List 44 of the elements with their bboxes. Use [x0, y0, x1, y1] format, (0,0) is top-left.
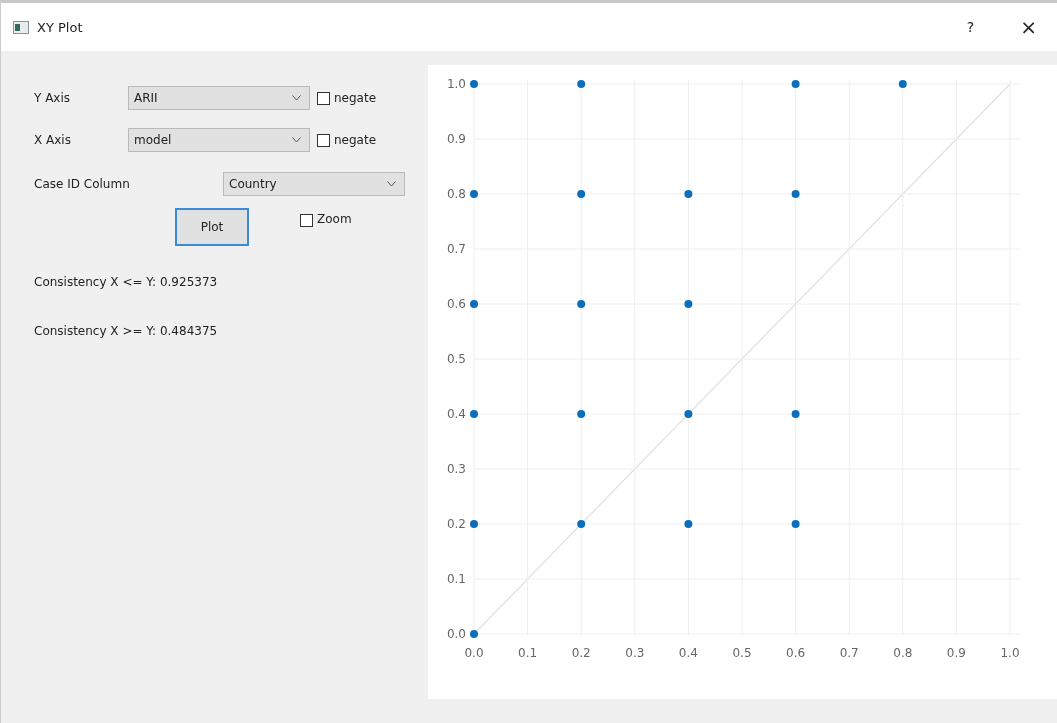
- y-tick-label: 0.1: [446, 572, 466, 586]
- y-tick-label: 0.9: [446, 132, 466, 146]
- close-button[interactable]: ×: [1012, 11, 1045, 43]
- x-tick-label: 1.0: [1000, 646, 1020, 660]
- x-tick-label: 0.6: [786, 646, 806, 660]
- case-id-label: Case ID Column: [34, 177, 131, 191]
- window-icon: [13, 20, 29, 34]
- y-tick-label: 0.2: [446, 517, 466, 531]
- negate-label: negate: [334, 133, 377, 147]
- y-tick-label: 0.6: [446, 297, 466, 311]
- x-tick-label: 0.4: [678, 646, 698, 660]
- caret-icon: [292, 95, 301, 101]
- y-tick-label: 0.4: [446, 407, 466, 421]
- x-tick-label: 0.9: [946, 646, 966, 660]
- x-tick-label: 0.5: [732, 646, 752, 660]
- caret-icon: [292, 137, 301, 143]
- x-tick-label: 0.7: [839, 646, 859, 660]
- negate-checkbox[interactable]: [317, 91, 330, 105]
- axis-dropdown[interactable]: model: [128, 128, 310, 152]
- axis-label: Y Axis: [34, 91, 72, 105]
- y-tick-label: 0.0: [446, 627, 466, 641]
- consistency-text: Consistency X >= Y: 0.484375: [34, 324, 219, 338]
- x-tick-label: 0.0: [464, 646, 484, 660]
- x-tick-label: 0.2: [571, 646, 591, 660]
- x-tick-label: 0.8: [893, 646, 913, 660]
- y-tick-label: 1.0: [446, 77, 466, 91]
- axis-dropdown[interactable]: ARII: [128, 86, 310, 110]
- window-title: XY Plot: [37, 19, 83, 35]
- case-id-dropdown[interactable]: Country: [223, 172, 405, 196]
- plot-button[interactable]: Plot: [175, 208, 249, 246]
- zoom-checkbox[interactable]: [300, 214, 313, 227]
- y-tick-label: 0.8: [446, 187, 466, 201]
- y-tick-label: 0.5: [446, 352, 466, 366]
- consistency-text: Consistency X <= Y: 0.925373: [34, 275, 219, 289]
- caret-icon: [387, 181, 396, 187]
- negate-label: negate: [334, 91, 377, 105]
- x-tick-label: 0.3: [625, 646, 645, 660]
- axis-label: X Axis: [34, 133, 72, 147]
- y-tick-label: 0.7: [446, 242, 466, 256]
- zoom-label: Zoom: [317, 212, 352, 226]
- x-tick-label: 0.1: [518, 646, 538, 660]
- help-button[interactable]: ?: [958, 15, 983, 39]
- y-tick-label: 0.3: [446, 462, 466, 476]
- negate-checkbox[interactable]: [317, 133, 330, 147]
